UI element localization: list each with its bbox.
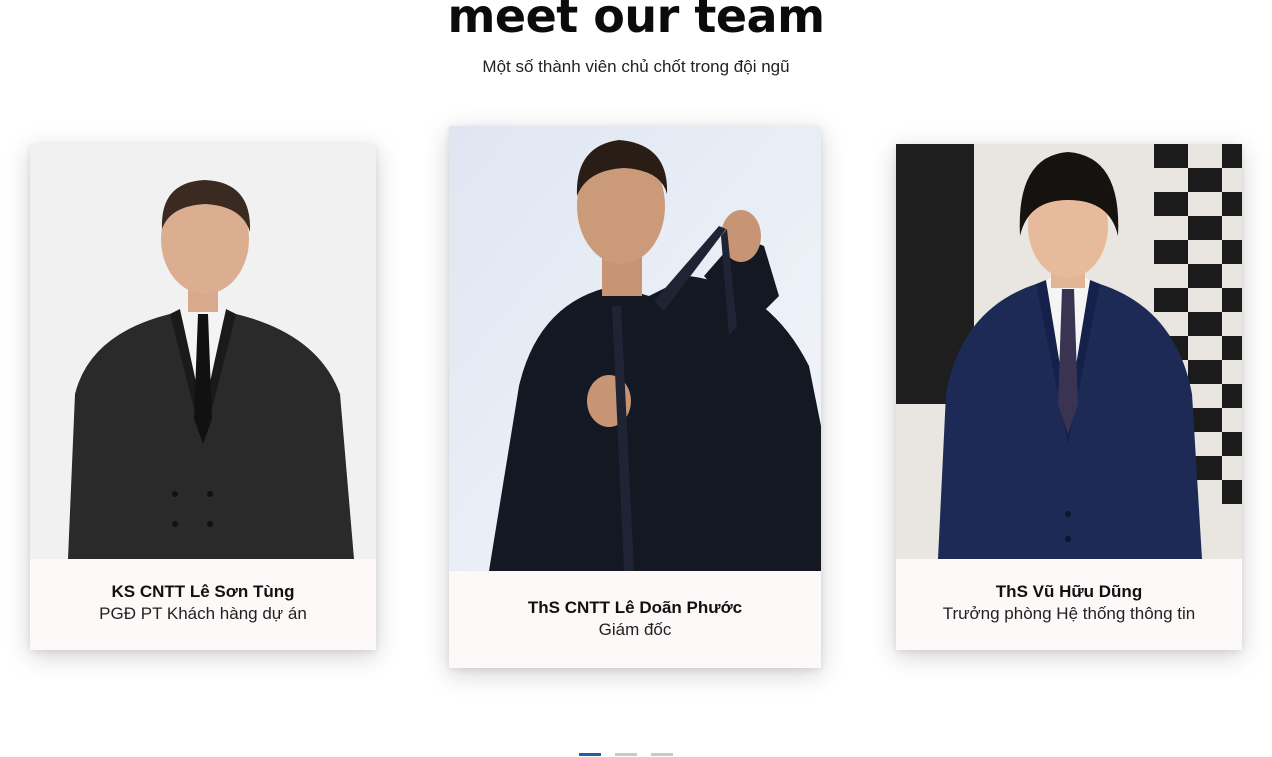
member-name: ThS Vũ Hữu Dũng: [995, 582, 1143, 601]
member-role: PGĐ PT Khách hàng dự án: [99, 604, 307, 623]
team-card-center[interactable]: ThS CNTT Lê Doãn Phước Giám đốc: [449, 126, 821, 668]
carousel-dot-3[interactable]: [651, 753, 673, 756]
carousel-pagination: [579, 753, 673, 757]
carousel-dot-2[interactable]: [615, 753, 637, 756]
member-photo: [30, 144, 376, 559]
team-card-left[interactable]: KS CNTT Lê Sơn Tùng PGĐ PT Khách hàng dự…: [30, 144, 376, 650]
section-subtitle: Một số thành viên chủ chốt trong đội ngũ: [482, 57, 790, 76]
carousel-dot-1[interactable]: [579, 753, 601, 756]
member-name: ThS CNTT Lê Doãn Phước: [527, 598, 743, 617]
section-title: meet our team: [447, 0, 825, 43]
member-name: KS CNTT Lê Sơn Tùng: [111, 582, 295, 601]
member-role: Giám đốc: [598, 620, 672, 639]
member-photo: [896, 144, 1242, 559]
team-card-right[interactable]: ThS Vũ Hữu Dũng Trưởng phòng Hệ thống th…: [896, 144, 1242, 650]
member-role: Trưởng phòng Hệ thống thông tin: [942, 604, 1196, 623]
member-photo: [449, 126, 821, 571]
